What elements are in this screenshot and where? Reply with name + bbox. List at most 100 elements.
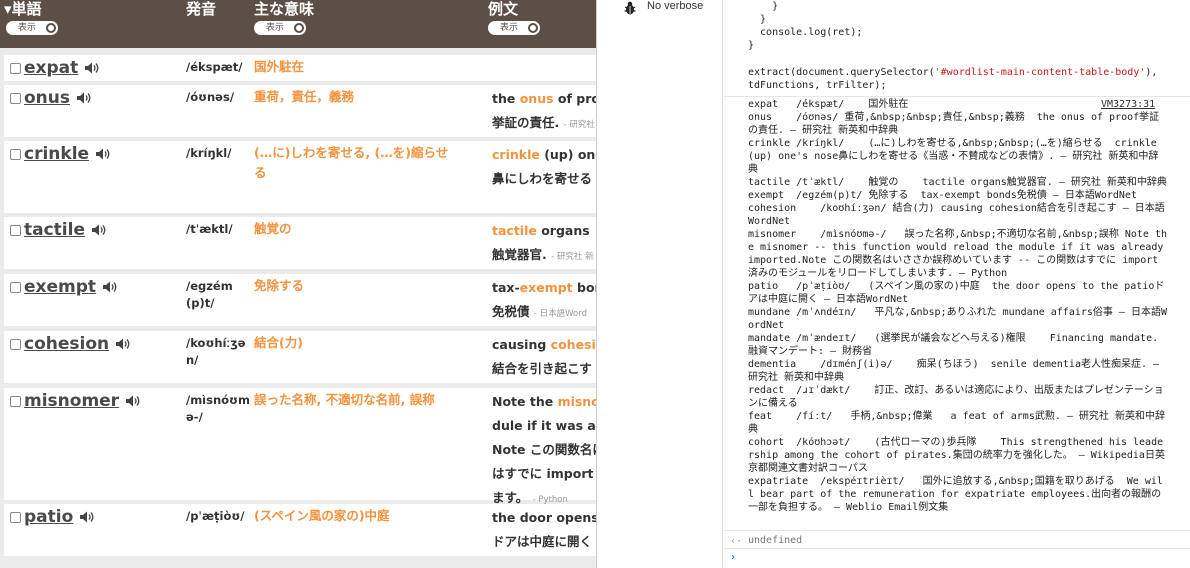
column-header-pronunciation: 発音 [186, 0, 217, 18]
speaker-icon[interactable] [115, 337, 131, 351]
word-link[interactable]: crinkle [24, 144, 89, 164]
command-string: '#wordlist-main-content-table-body' [934, 67, 1146, 78]
speaker-icon[interactable] [125, 394, 141, 408]
speaker-icon[interactable] [102, 280, 118, 294]
example-text: of proof [557, 91, 596, 106]
example-text: (up) one's [544, 147, 596, 162]
word-link[interactable]: misnomer [24, 391, 119, 411]
example-line: 挙証の責任. - 研究社 [492, 111, 596, 137]
word-checkbox[interactable] [10, 339, 21, 350]
wordlist-header: ▾単語 表示 発音 主な意味 表示 例文 表示 [0, 0, 596, 48]
example-text: 触覚器官. [492, 247, 547, 262]
word-row: crinkle/kríŋkl/ (…に)しわを寄せる, (…を)縮らせる crink… [4, 141, 596, 213]
word-link[interactable]: tactile [24, 220, 85, 240]
console-separator [724, 530, 1190, 531]
pronunciation: /óʊnəs/ [186, 90, 235, 104]
result-arrow-icon: ‹· [730, 536, 743, 547]
word-link[interactable]: onus [24, 88, 70, 108]
word-link[interactable]: exempt [24, 277, 96, 297]
source-link[interactable]: VM3273:31 [1101, 98, 1155, 111]
example-text: the [492, 91, 520, 106]
meaning: 免除する [254, 278, 305, 293]
example-sentence: the onus of proof挙証の責任. - 研究社 [492, 87, 596, 137]
example-text: causing [492, 337, 551, 352]
console-result: undefined [748, 535, 803, 546]
code-line: } [748, 1, 779, 12]
word-checkbox[interactable] [10, 512, 21, 523]
console-prompt[interactable]: › [730, 551, 736, 564]
toggle-knob [46, 23, 56, 33]
pronunciation: /egzém(p)t/ [186, 279, 233, 310]
example-source: - 研究社 [563, 120, 595, 130]
word-display-toggle[interactable]: 表示 [6, 21, 58, 35]
word-checkbox[interactable] [10, 282, 21, 293]
meaning: (スペイン風の家の)中庭 [254, 508, 390, 523]
console-separator [724, 548, 1190, 549]
meaning: 結合(力) [254, 335, 303, 350]
word-row: onus/óʊnəs/重荷，責任，義務the onus of proof挙証の責… [4, 85, 596, 137]
example-line: 結合を引き起こす [492, 357, 596, 381]
console-separator [724, 96, 1190, 97]
toggle-label: 表示 [500, 23, 519, 33]
speaker-icon[interactable] [76, 91, 92, 105]
word-checkbox[interactable] [10, 63, 21, 74]
word-link[interactable]: cohesion [24, 334, 109, 354]
speaker-icon[interactable] [91, 223, 107, 237]
bug-icon [624, 1, 636, 15]
example-text: 免税債 [492, 304, 530, 319]
example-text: 結合を引き起こす [492, 361, 592, 376]
word-link[interactable]: patio [24, 507, 73, 527]
wordlist-pane: ▾単語 表示 発音 主な意味 表示 例文 表示 expat/ékspæt/国外駐… [0, 0, 596, 568]
example-line: tactile organs [492, 219, 596, 243]
example-keyword: exempt [519, 280, 573, 295]
command-prefix: extract(document.querySelector( [748, 67, 935, 78]
example-text: はすでに import 済 [492, 466, 596, 481]
word-link[interactable]: expat [24, 58, 78, 78]
console-sidebar: No verbose [597, 0, 723, 568]
example-sentence: tax-exempt bonds 免税債 - 日本語Word [492, 276, 596, 326]
verbose-filter-label[interactable]: No verbose [647, 0, 703, 13]
speaker-icon[interactable] [95, 147, 111, 161]
console-output: expat /ékspæt/ 国外駐在 onus /óʊnəs/ 重荷,&nbs… [748, 99, 1167, 513]
example-line: Note the misnomer [492, 390, 596, 414]
example-keyword: tactile [492, 223, 537, 238]
toggle-knob [294, 23, 304, 33]
example-sentence: Note the misnomer dule if it was already N… [492, 390, 596, 512]
example-text: bonds [576, 280, 596, 295]
example-text: organs [536, 223, 590, 238]
example-line: 鼻にしわを寄せる 和中辞典 [492, 167, 596, 193]
word-checkbox[interactable] [10, 93, 21, 104]
pronunciation: /mìsnóʊmə-/ [186, 393, 250, 424]
example-keyword: cohesion [550, 337, 596, 352]
example-line: causing cohesion [492, 333, 596, 357]
pronunciation: /ékspæt/ [186, 60, 243, 74]
toggle-knob [528, 23, 538, 33]
console-log: } } console.log(ret); } extract(document… [724, 0, 1190, 568]
speaker-icon[interactable] [84, 61, 100, 75]
example-display-toggle[interactable]: 表示 [488, 21, 540, 35]
example-text: Note the [492, 394, 558, 409]
example-sentence: the door opens to ドアは中庭に開く [492, 506, 596, 554]
pronunciation: /tˈæktl/ [186, 222, 233, 236]
column-header-word[interactable]: ▾単語 [4, 0, 42, 18]
word-checkbox[interactable] [10, 225, 21, 236]
example-line: 触覚器官. - 研究社 新 [492, 243, 596, 269]
code-line: } [748, 40, 755, 51]
example-line: 免税債 - 日本語Word [492, 300, 596, 326]
example-text: dule if it was already [492, 418, 596, 433]
word-checkbox[interactable] [10, 149, 21, 160]
word-row: tactile/tˈæktl/触覚の tactile organs 触覚器官. - … [4, 217, 596, 269]
example-keyword: onus [519, 91, 554, 106]
example-text: 鼻にしわを寄せる [492, 171, 593, 186]
meaning: 触覚の [254, 221, 292, 236]
example-source: - 日本語Word [533, 309, 587, 319]
example-text: tax- [492, 280, 520, 295]
speaker-icon[interactable] [79, 510, 95, 524]
word-checkbox[interactable] [10, 396, 21, 407]
devtools-pane: No verbose } } console.log(ret); } extra… [596, 0, 1190, 568]
meaning-display-toggle[interactable]: 表示 [254, 21, 306, 35]
example-line: the onus of proof [492, 87, 596, 111]
example-text: the door opens to [492, 510, 596, 525]
example-line: Note この関数名は [492, 438, 596, 462]
meaning: 重荷，責任，義務 [254, 89, 355, 104]
